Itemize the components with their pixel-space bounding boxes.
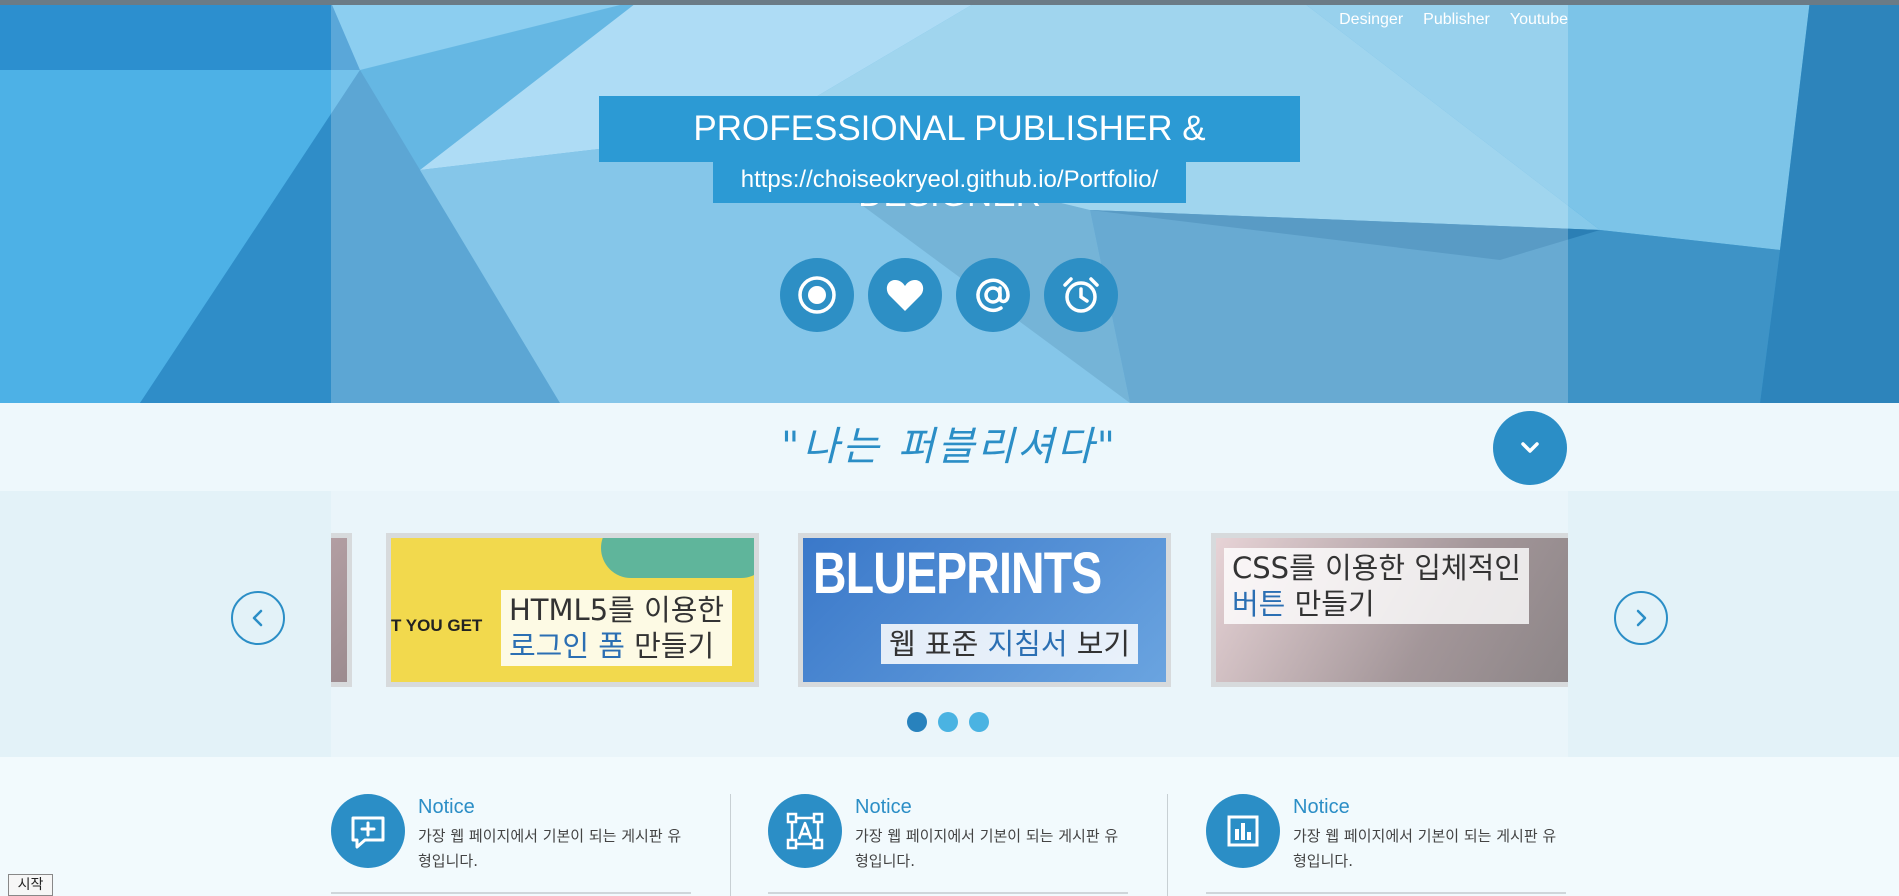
notice-divider xyxy=(1167,794,1168,896)
caption-rest: 만들기 xyxy=(1285,587,1375,621)
chevron-left-icon xyxy=(252,609,263,627)
bar-chart-icon xyxy=(1227,815,1259,847)
notice-item[interactable]: Notice 가장 웹 페이지에서 기본이 되는 게시판 유형입니다. xyxy=(768,794,1128,896)
carousel-pagination xyxy=(907,712,989,732)
nav-link-publisher[interactable]: Publisher xyxy=(1423,11,1490,29)
notice-title[interactable]: Notice xyxy=(855,796,912,819)
notice-item[interactable]: Notice 가장 웹 페이지에서 기본이 되는 게시판 유형입니다. xyxy=(331,794,691,896)
carousel-prev-button[interactable] xyxy=(231,591,285,645)
caption-rest: 만들기 xyxy=(624,629,715,663)
comment-plus-icon xyxy=(351,816,385,849)
tagline: "나는 퍼블리셔다" xyxy=(780,424,1119,470)
notice-underline xyxy=(1206,892,1566,894)
alarm-button[interactable] xyxy=(1044,258,1118,332)
page: Desinger Publisher Youtube PROFESSIONAL … xyxy=(0,0,1899,896)
alarm-clock-icon xyxy=(1063,277,1099,313)
nav-link-youtube[interactable]: Youtube xyxy=(1510,11,1568,29)
email-button[interactable] xyxy=(956,258,1030,332)
carousel-slide-css-buttons[interactable]: CSS를 이용한 입체적인 버튼 만들기 xyxy=(1211,533,1568,687)
caption-accent: 로그인 폼 xyxy=(509,629,625,663)
caption-line-1: CSS를 이용한 입체적인 xyxy=(1232,551,1521,585)
notice-icon-circle xyxy=(768,794,842,868)
target-button[interactable] xyxy=(780,258,854,332)
font-select-icon xyxy=(786,812,824,850)
notice-icon-circle xyxy=(1206,794,1280,868)
notice-description: 가장 웹 페이지에서 기본이 되는 게시판 유형입니다. xyxy=(418,827,682,870)
slide-image-text: BLUEPRINTS xyxy=(813,541,1102,606)
chevron-right-icon xyxy=(1636,609,1647,627)
notice-description: 가장 웹 페이지에서 기본이 되는 게시판 유형입니다. xyxy=(855,827,1119,870)
caption-line-2: 로그인 폼 만들기 xyxy=(509,628,724,664)
carousel-slide-partial[interactable] xyxy=(331,533,352,687)
notice-description: 가장 웹 페이지에서 기본이 되는 게시판 유형입니다. xyxy=(1293,827,1557,870)
slide-image-text: T YOU GET xyxy=(391,616,483,635)
at-icon xyxy=(976,278,1010,313)
carousel-slide-html5-login[interactable]: T YOU GET HTML5를 이용한 로그인 폼 만들기 xyxy=(386,533,759,687)
caption-accent: 지침서 xyxy=(987,627,1068,661)
caption-accent: 버튼 xyxy=(1232,587,1286,621)
carousel-dot-2[interactable] xyxy=(938,712,958,732)
heart-button[interactable] xyxy=(868,258,942,332)
hero-title: PROFESSIONAL PUBLISHER & DESIGNER xyxy=(599,96,1300,214)
notice-icon-circle xyxy=(331,794,405,868)
notice-item[interactable]: Notice 가장 웹 페이지에서 기본이 되는 게시판 유형입니다. xyxy=(1206,794,1566,896)
carousel-dot-3[interactable] xyxy=(969,712,989,732)
carousel-next-button[interactable] xyxy=(1614,591,1668,645)
heart-icon xyxy=(886,280,924,311)
chevron-down-icon xyxy=(1521,442,1539,453)
notice-underline xyxy=(331,892,691,894)
hero-url[interactable]: https://choiseokryeol.github.io/Portfoli… xyxy=(713,156,1186,203)
notice-title[interactable]: Notice xyxy=(418,796,475,819)
target-icon xyxy=(798,276,836,314)
top-nav: Desinger Publisher Youtube xyxy=(1339,11,1568,29)
caption-line-1: HTML5를 이용한 xyxy=(509,593,725,627)
carousel-slide-blueprints[interactable]: BLUEPRINTS 웹 표준 지침서 보기 xyxy=(798,533,1171,687)
tagline-band: "나는 퍼블리셔다" xyxy=(0,403,1899,491)
notice-underline xyxy=(768,892,1128,894)
hero-section: Desinger Publisher Youtube PROFESSIONAL … xyxy=(0,0,1899,403)
scroll-down-button[interactable] xyxy=(1493,411,1567,485)
caption-line-2: 버튼 만들기 xyxy=(1232,586,1521,622)
notice-divider xyxy=(730,794,731,896)
slide-caption: CSS를 이용한 입체적인 버튼 만들기 xyxy=(1224,548,1529,624)
caption-post: 보기 xyxy=(1067,627,1131,661)
notice-title[interactable]: Notice xyxy=(1293,796,1350,819)
slide-caption: HTML5를 이용한 로그인 폼 만들기 xyxy=(501,590,733,666)
start-button[interactable]: 시작 xyxy=(8,874,53,896)
top-border xyxy=(0,0,1899,5)
caption-pre: 웹 표준 xyxy=(889,627,988,661)
slide-caption: 웹 표준 지침서 보기 xyxy=(881,624,1139,664)
carousel-dot-1[interactable] xyxy=(907,712,927,732)
social-buttons xyxy=(780,258,1118,332)
nav-link-designer[interactable]: Desinger xyxy=(1339,11,1403,29)
